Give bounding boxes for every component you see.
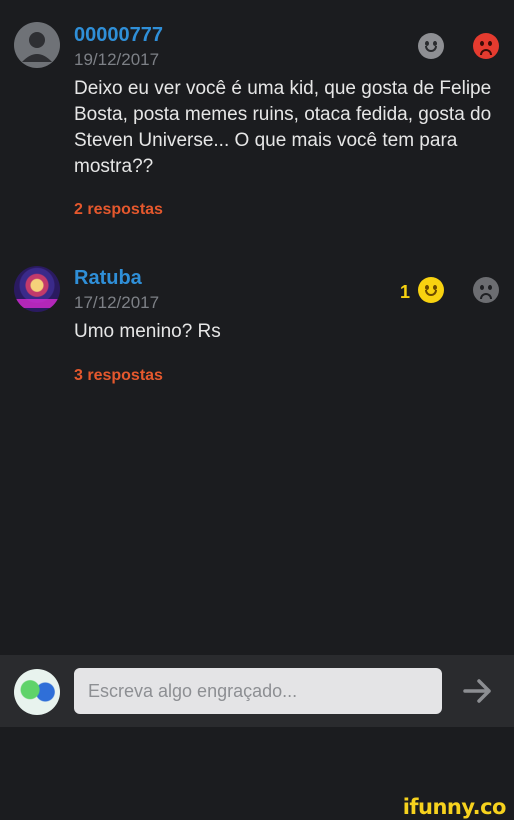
my-avatar[interactable] (14, 669, 60, 715)
user-avatar[interactable] (14, 266, 60, 312)
comment-input[interactable] (74, 668, 442, 714)
smiley-happy-icon[interactable] (418, 277, 444, 303)
comment-text: Deixo eu ver você é uma kid, que gosta d… (74, 78, 492, 177)
like-count: 1 (400, 282, 411, 302)
comment-text: Umo menino? Rs (74, 321, 221, 342)
comment-date: 19/12/2017 (74, 50, 160, 69)
username[interactable]: 00000777 (74, 24, 163, 47)
default-avatar-icon (22, 32, 52, 62)
smiley-happy-icon[interactable] (418, 33, 444, 59)
smiley-sad-icon[interactable] (473, 33, 499, 59)
replies-link[interactable]: 2 respostas (74, 201, 163, 219)
comment-composer (0, 655, 514, 727)
comment-date: 17/12/2017 (74, 293, 160, 312)
arrow-right-icon[interactable] (462, 677, 494, 705)
watermark: ifunny.co (402, 795, 507, 819)
user-avatar[interactable] (14, 22, 60, 68)
replies-link[interactable]: 3 respostas (74, 367, 163, 385)
username[interactable]: Ratuba (74, 267, 142, 290)
smiley-sad-icon[interactable] (473, 277, 499, 303)
